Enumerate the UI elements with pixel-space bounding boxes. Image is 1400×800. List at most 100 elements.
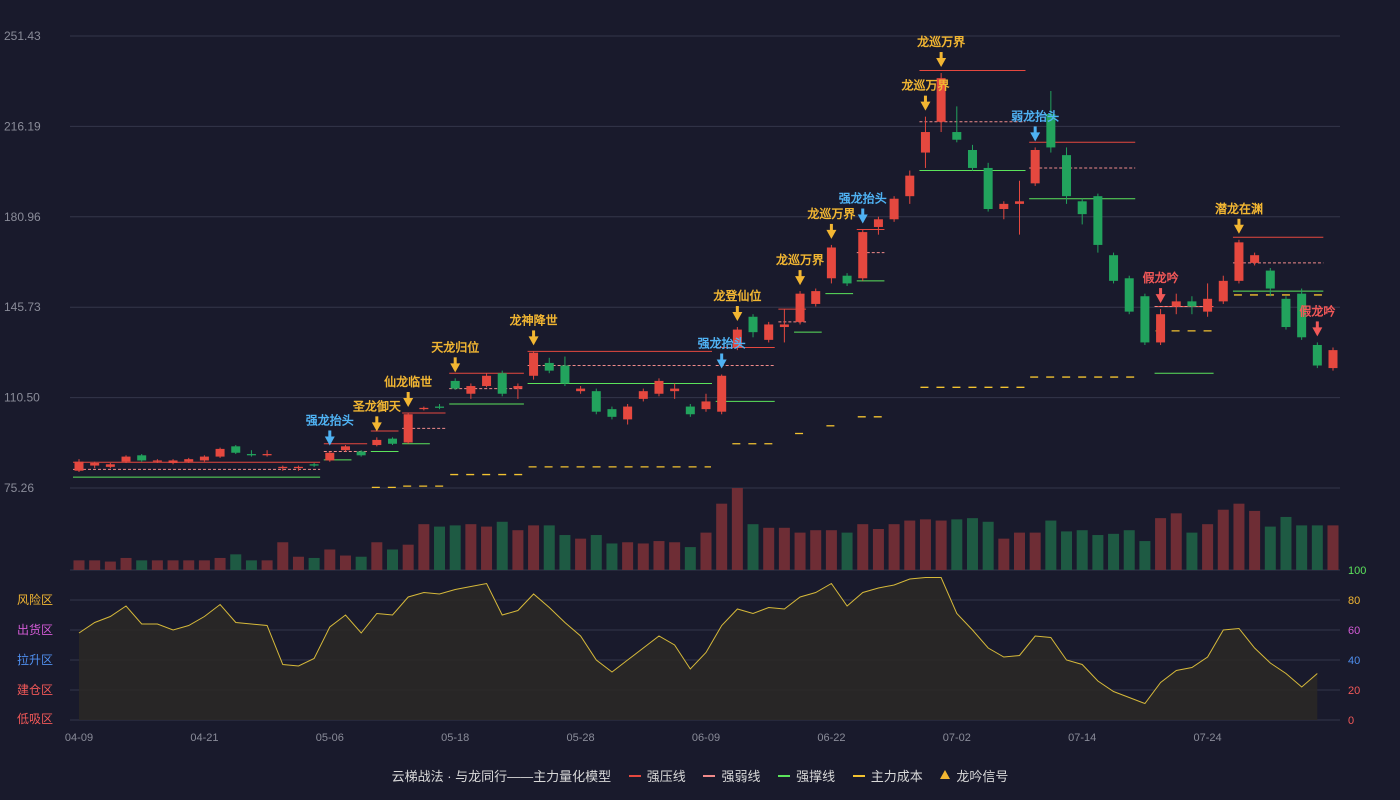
volume-bar [120, 557, 132, 570]
osc-tick-label: 40 [1348, 655, 1360, 667]
volume-bar [1170, 513, 1182, 570]
volume-bar [559, 535, 571, 570]
candle-body [435, 406, 445, 408]
candle-body [544, 362, 554, 371]
candle-body [1187, 301, 1197, 307]
signal-arrow-stem [1033, 126, 1037, 134]
volume-bar [543, 525, 555, 570]
signal-arrow [1155, 294, 1166, 304]
candle-body [889, 198, 899, 220]
legend-label-weak: 强弱线 [721, 769, 761, 784]
candle-body [403, 414, 413, 443]
candle-body [529, 352, 539, 376]
legend-item-resistance[interactable]: 强压线 [628, 766, 686, 785]
legend-item-weak[interactable]: 强弱线 [703, 766, 760, 785]
volume-bar [1123, 530, 1135, 570]
dragon-chart: 251.43 216.19 180.96 145.73 110.50 75.26 100 80… [4, 29, 1366, 744]
x-tick-label: 07-02 [943, 732, 971, 744]
osc-zone-label: 风险区 [17, 592, 53, 607]
signal-arrow [528, 336, 539, 346]
volume-bar [1202, 524, 1214, 570]
candle-body [1062, 155, 1072, 197]
x-tick-label: 06-09 [692, 732, 720, 744]
signal-label: 假龙吟 [1299, 303, 1335, 318]
signal-label: 强龙抬头 [306, 412, 354, 427]
volume-bar [512, 530, 524, 570]
signal-arrow [403, 397, 414, 407]
legend-item-cost[interactable]: 主力成本 [852, 766, 923, 785]
volume-bar [89, 560, 101, 570]
candle-body [1109, 255, 1119, 281]
volume-bar [277, 542, 289, 570]
signal-arrow [936, 58, 947, 68]
signal-label: 假龙吟 [1143, 270, 1179, 285]
candle-body [873, 219, 883, 227]
candle-body [1218, 280, 1228, 302]
candle-body [1093, 196, 1103, 245]
volume-bar [904, 520, 916, 570]
volume-bar [230, 554, 242, 570]
signal-label: 强龙抬头 [839, 191, 887, 206]
volume-bar [371, 542, 383, 570]
legend-label-cost: 主力成本 [870, 769, 923, 784]
volume-bar [214, 557, 226, 570]
candle-body [1171, 301, 1181, 307]
volume-bar [731, 488, 743, 570]
volume-bar [355, 556, 367, 570]
volume-bar [919, 519, 931, 570]
volume-bar [825, 530, 837, 570]
legend-item-support[interactable]: 强撑线 [778, 766, 835, 785]
candle-body [482, 375, 492, 387]
signal-label: 龙神降世 [510, 312, 558, 327]
price-tick-label: 180.96 [4, 210, 41, 224]
volume-bar [810, 530, 822, 570]
candle-body [105, 464, 115, 467]
volume-bar [669, 542, 681, 570]
candle-body [497, 373, 507, 394]
volume-bar [763, 527, 775, 570]
signal-arrow-stem [798, 270, 802, 278]
x-tick-label: 07-14 [1068, 732, 1096, 744]
signal-arrow [920, 101, 931, 111]
volume-bar [1045, 520, 1057, 570]
volume-bar [888, 524, 900, 570]
candle-body [654, 380, 664, 394]
volume-bar [1029, 532, 1041, 570]
price-tick-label: 110.50 [4, 391, 40, 405]
candle-body [168, 460, 178, 464]
candle-body [842, 275, 852, 284]
x-tick-label: 06-22 [817, 732, 845, 744]
osc-tick-label: 60 [1348, 625, 1360, 637]
candle-body [1281, 298, 1291, 328]
candle-body [262, 454, 272, 456]
candle-body [450, 380, 460, 389]
volume-bar [183, 560, 195, 570]
osc-tick-label: 100 [1348, 565, 1366, 577]
x-tick-label: 04-09 [65, 732, 93, 744]
candle-body [701, 401, 711, 410]
candle-body [199, 456, 209, 461]
volume-bar [73, 560, 85, 570]
volume-bar [794, 532, 806, 570]
candle-body [278, 466, 288, 469]
volume-bar [653, 541, 665, 570]
candle-body [623, 406, 633, 420]
candle-body [905, 175, 915, 197]
legend-label-support: 强撑线 [796, 769, 836, 784]
candle-body [1250, 255, 1260, 263]
legend-item-signal[interactable]: 龙吟信号 [940, 766, 1008, 785]
volume-bar [402, 544, 414, 570]
osc-tick-label: 20 [1348, 685, 1360, 697]
volume-bar [637, 543, 649, 570]
volume-bar [998, 538, 1010, 570]
candle-body [325, 452, 335, 461]
x-tick-label: 05-28 [567, 732, 595, 744]
signal-label: 龙登仙位 [713, 288, 761, 303]
legend-label-signal: 龙吟信号 [956, 769, 1009, 784]
volume-bar [1311, 525, 1323, 570]
candle-body [748, 316, 758, 333]
candle-body [1030, 149, 1040, 184]
legend-mark-cost [852, 774, 865, 777]
volume-bar [387, 549, 398, 570]
signal-arrow [371, 422, 382, 432]
